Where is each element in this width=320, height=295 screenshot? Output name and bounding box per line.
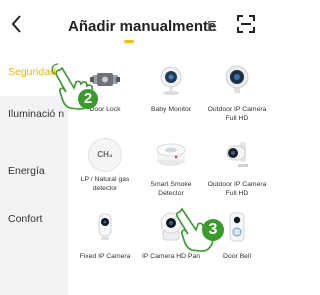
gas-detector-icon-text: CH₄ xyxy=(97,150,113,159)
sidebar-item-energia[interactable]: Energía xyxy=(0,165,68,185)
header: Añadir manualmente E xyxy=(0,0,270,50)
sidebar-item-iluminacion[interactable]: Iluminació n xyxy=(0,108,68,148)
gas-detector-icon: CH₄ xyxy=(88,138,122,172)
device-label: Outdoor IP Camera Full HD xyxy=(207,106,267,122)
device-outdoor-ip-camera-1[interactable]: Outdoor IP Camera Full HD xyxy=(204,63,270,123)
device-smoke-detector[interactable]: Smart Smoke Detector xyxy=(138,138,204,198)
device-label: LP / Natural gas detector xyxy=(80,176,130,192)
device-label: Baby Monitor xyxy=(150,106,192,113)
outdoor-camera-icon xyxy=(226,142,248,167)
device-fixed-ip-camera[interactable]: Fixed IP Camera xyxy=(72,210,138,262)
device-gas-detector[interactable]: CH₄ LP / Natural gas detector xyxy=(72,138,138,193)
device-label: Fixed IP Camera xyxy=(79,253,131,260)
step-2-badge: 2 xyxy=(78,89,98,109)
device-label: Smart Smoke Detector xyxy=(150,181,192,197)
smoke-detector-icon xyxy=(156,143,186,166)
tab-active-indicator xyxy=(124,40,134,43)
tab-next[interactable]: E xyxy=(207,18,217,35)
device-grid: Door Lock Baby Monitor Outdoor IP Camera… xyxy=(68,50,270,295)
tab-add-manually[interactable]: Añadir manualmente xyxy=(68,18,216,35)
outdoor-camera-icon xyxy=(225,65,249,93)
doorbell-icon xyxy=(229,212,245,242)
step-3-badge: 3 xyxy=(202,219,224,241)
device-baby-monitor[interactable]: Baby Monitor xyxy=(138,63,204,115)
back-arrow-icon[interactable] xyxy=(8,12,26,36)
device-outdoor-ip-camera-2[interactable]: Outdoor IP Camera Full HD xyxy=(204,138,270,198)
scan-icon[interactable] xyxy=(236,14,256,34)
baby-monitor-icon xyxy=(160,66,182,95)
device-label: Outdoor IP Camera Full HD xyxy=(207,181,267,197)
fixed-camera-icon xyxy=(98,213,112,240)
sidebar-item-confort[interactable]: Confort xyxy=(0,213,68,233)
